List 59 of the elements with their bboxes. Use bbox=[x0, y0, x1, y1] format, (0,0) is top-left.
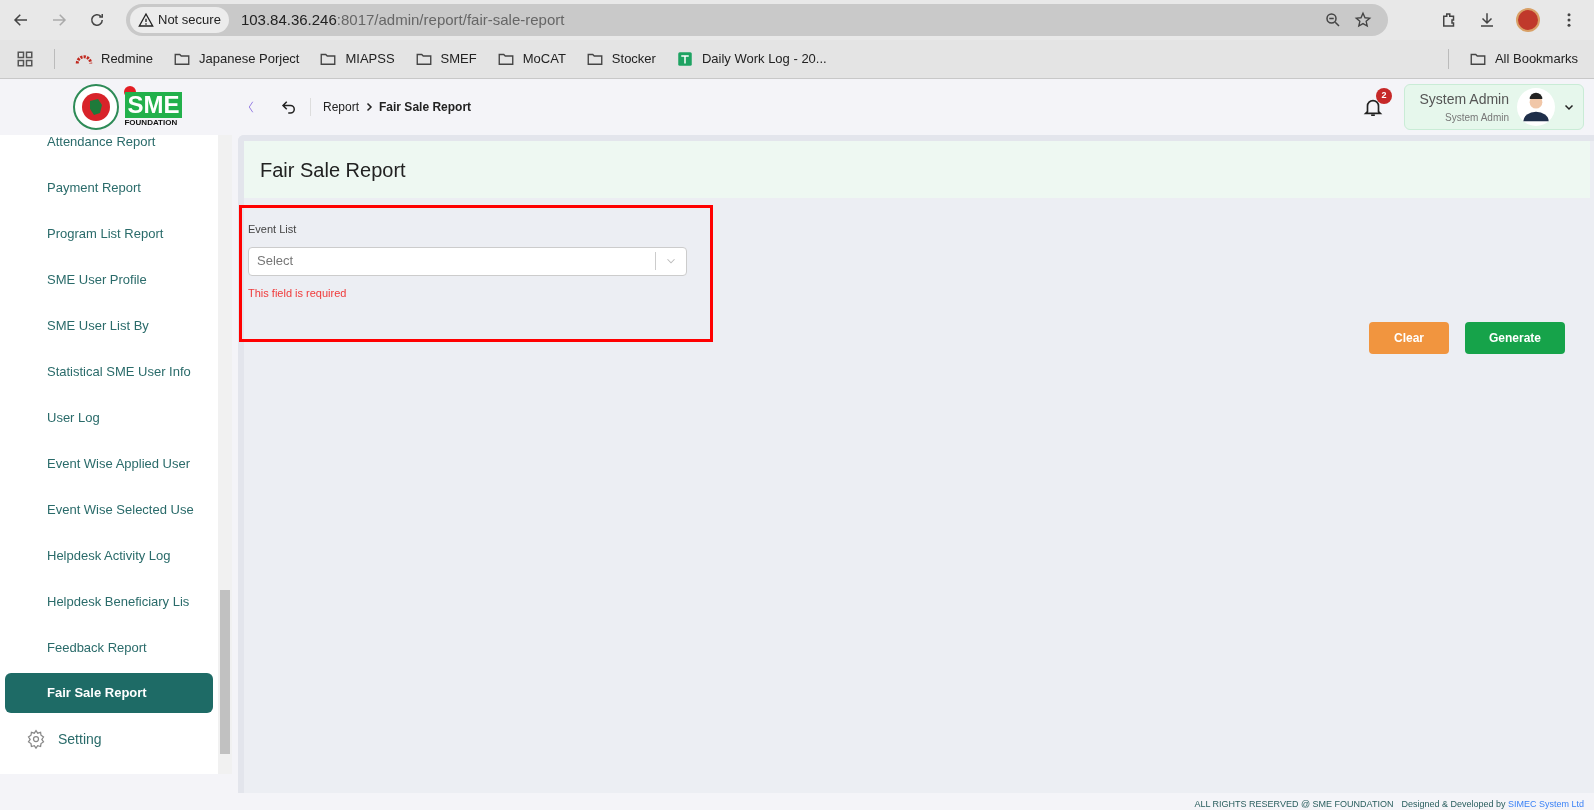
star-icon[interactable] bbox=[1354, 11, 1372, 29]
zoom-icon[interactable] bbox=[1324, 11, 1342, 29]
generate-button[interactable]: Generate bbox=[1465, 322, 1565, 354]
select-placeholder: Select bbox=[256, 252, 295, 271]
select-field[interactable]: Select bbox=[248, 246, 687, 276]
profile-avatar[interactable] bbox=[1516, 8, 1540, 32]
sidebar-item[interactable]: Payment Report bbox=[0, 165, 218, 211]
user-menu[interactable]: System Admin System Admin bbox=[1404, 84, 1584, 130]
sidebar-item[interactable]: Helpdesk Activity Log bbox=[0, 533, 218, 579]
sidebar-item[interactable]: Program List Report bbox=[0, 211, 218, 257]
security-label: Not secure bbox=[158, 11, 221, 30]
apps-icon[interactable] bbox=[16, 50, 34, 68]
user-role: System Admin bbox=[1445, 111, 1509, 125]
back-icon[interactable] bbox=[12, 11, 30, 29]
download-icon[interactable] bbox=[1478, 11, 1496, 29]
setting-item[interactable]: Setting bbox=[0, 717, 218, 761]
user-name: System Admin bbox=[1419, 90, 1509, 109]
emblem-icon bbox=[72, 83, 121, 131]
sidebar-item[interactable]: Statistical SME User Info bbox=[0, 349, 218, 395]
forward-icon bbox=[50, 11, 68, 29]
breadcrumb-item[interactable]: Report bbox=[323, 98, 360, 116]
undo-icon[interactable] bbox=[280, 98, 298, 116]
bookmark[interactable]: Stocker bbox=[585, 49, 656, 69]
breadcrumb-item: Fair Sale Report bbox=[379, 99, 472, 116]
address-bar[interactable]: Not secure 103.84.36.246:8017/admin/report/fair-sale-report bbox=[126, 4, 1388, 36]
sidebar-item[interactable]: Event Wise Applied User bbox=[0, 441, 218, 487]
sidebar-item[interactable]: SME User Profile bbox=[0, 257, 218, 303]
scrollbar[interactable] bbox=[218, 135, 232, 774]
bookmark[interactable]: Redmine bbox=[75, 49, 154, 69]
logo-subtitle: FOUNDATION bbox=[124, 118, 178, 128]
copyright-text: ALL RIGHTS RESERVED @ SME FOUNDATION bbox=[1194, 799, 1394, 810]
logo-text: SME bbox=[125, 92, 182, 118]
sidebar-item[interactable]: Event Wise Selected Use bbox=[0, 487, 218, 533]
error-message: This field is required bbox=[248, 285, 348, 301]
company-link[interactable]: SIMEC System Ltd bbox=[1507, 799, 1584, 809]
bookmark[interactable]: Japanese Porject bbox=[173, 49, 300, 69]
url-text[interactable]: 103.84.36.246:8017/admin/report/fair-sale-report bbox=[240, 8, 1312, 32]
sidebar-item[interactable]: Attendance Report bbox=[0, 135, 218, 165]
warning-icon bbox=[138, 12, 154, 28]
page-title: Fair Sale Report bbox=[260, 157, 406, 183]
bookmark[interactable]: MoCAT bbox=[496, 49, 566, 69]
sidebar-item[interactable]: SME User List By bbox=[0, 303, 218, 349]
sidebar-item[interactable]: Fair Sale Report bbox=[5, 673, 213, 713]
bookmark[interactable]: MIAPSS bbox=[319, 49, 395, 69]
notification-badge: 2 bbox=[1376, 88, 1392, 104]
reload-icon[interactable] bbox=[88, 11, 106, 29]
bookmark[interactable]: SMEF bbox=[414, 49, 477, 69]
sidebar-item[interactable]: Helpdesk Beneficiary Lis bbox=[0, 579, 218, 625]
field-label: Event List bbox=[248, 222, 298, 237]
settings-icon bbox=[26, 729, 46, 749]
credit-text: Designed & Developed by SIMEC System Ltd bbox=[1401, 799, 1584, 810]
security-chip[interactable]: Not secure bbox=[130, 7, 229, 33]
sidebar-item[interactable]: User Log bbox=[0, 395, 218, 441]
bookmark[interactable]: Daily Work Log - 20... bbox=[675, 49, 827, 69]
bookmark[interactable]: All Bookmarks bbox=[1468, 49, 1578, 69]
sidebar-item[interactable]: Feedback Report bbox=[0, 625, 218, 671]
spreadsheet-icon bbox=[675, 50, 694, 68]
avatar-icon bbox=[1517, 88, 1555, 126]
scrollbar-thumb[interactable] bbox=[220, 590, 230, 754]
